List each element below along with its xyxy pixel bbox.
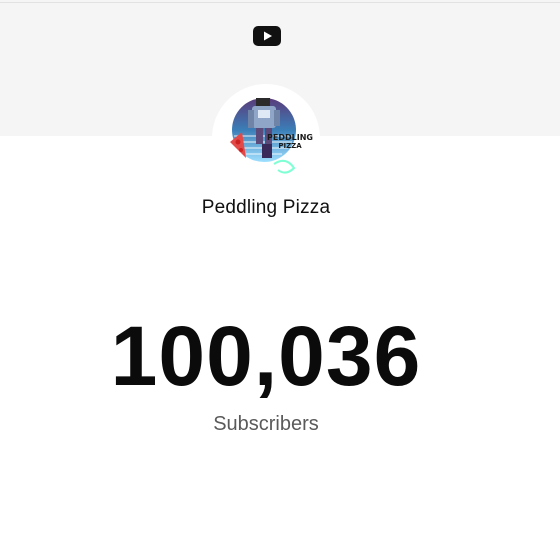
- youtube-play-icon[interactable]: [253, 26, 281, 46]
- avatar-text-line1: PEDDLING: [267, 133, 313, 142]
- neon-swirl: [273, 159, 296, 174]
- channel-avatar[interactable]: PEDDLING PIZZA: [212, 84, 320, 192]
- subscriber-count: 100,036: [110, 309, 422, 403]
- avatar-artwork: PEDDLING PIZZA: [230, 98, 313, 174]
- channel-name[interactable]: Peddling Pizza: [0, 197, 532, 219]
- top-divider: [0, 2, 560, 3]
- subscriber-counter-page: PEDDLING PIZZA Peddling Pizza 100,036 Su…: [0, 0, 560, 560]
- subscriber-label: Subscribers: [213, 413, 319, 435]
- avatar-text-line2: PIZZA: [278, 142, 302, 150]
